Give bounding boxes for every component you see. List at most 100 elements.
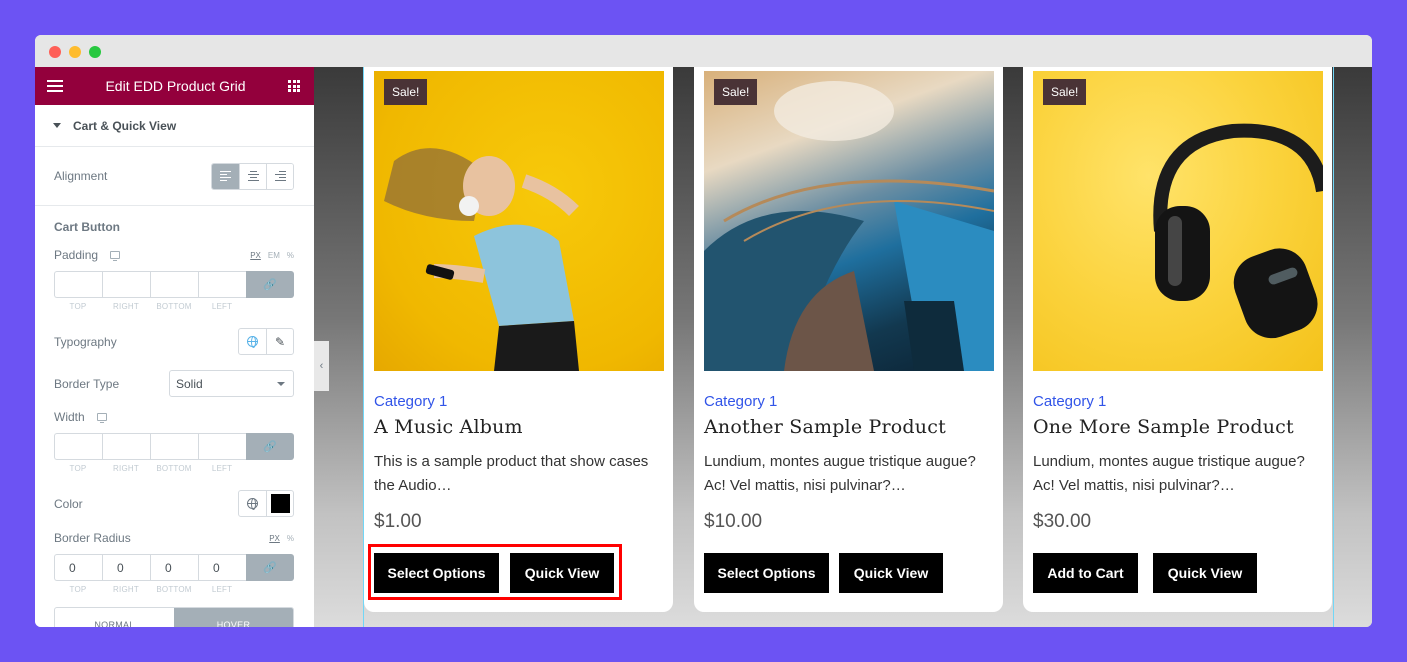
- product-description: Lundium, montes augue tristique augue? A…: [704, 453, 976, 494]
- caret-down-icon: [53, 123, 61, 128]
- menu-icon[interactable]: [47, 80, 63, 92]
- width-bottom-input[interactable]: [150, 433, 198, 460]
- border-type-label: Border Type: [54, 376, 120, 391]
- width-right-input[interactable]: [102, 433, 150, 460]
- global-color-button[interactable]: [239, 491, 266, 516]
- radius-left-input[interactable]: 0: [198, 554, 246, 581]
- padding-label-wrap: Padding: [54, 248, 121, 262]
- cart-button-heading: Cart Button: [54, 220, 120, 234]
- align-center-icon: [247, 171, 259, 181]
- align-right-icon: [274, 171, 286, 181]
- quick-view-button[interactable]: Quick View: [1153, 553, 1257, 593]
- close-window-button[interactable]: [49, 46, 61, 58]
- unit-percent[interactable]: %: [287, 251, 294, 260]
- quick-view-button[interactable]: Quick View: [510, 553, 614, 593]
- quick-view-button[interactable]: Quick View: [839, 553, 943, 593]
- link-values-button[interactable]: 🔗: [246, 433, 294, 460]
- globe-icon: [247, 336, 258, 348]
- maximize-window-button[interactable]: [89, 46, 101, 58]
- padding-bottom-input[interactable]: [150, 271, 198, 298]
- color-picker-button[interactable]: [266, 491, 293, 516]
- width-top-input[interactable]: [54, 433, 102, 460]
- link-values-button[interactable]: 🔗: [246, 271, 294, 298]
- width-inputs: 🔗: [54, 433, 294, 460]
- edit-typography-button[interactable]: ✎: [266, 329, 293, 354]
- collapse-panel-button[interactable]: ‹: [314, 341, 329, 391]
- typography-actions: ✎: [238, 328, 294, 355]
- tab-hover[interactable]: HOVER: [174, 608, 293, 627]
- editor-panel: Edit EDD Product Grid Cart & Quick View …: [35, 67, 314, 627]
- border-type-select[interactable]: Solid: [169, 370, 294, 397]
- border-radius-units: PX %: [269, 534, 294, 543]
- select-options-button[interactable]: Select Options: [704, 553, 829, 593]
- widgets-grid-icon[interactable]: [288, 80, 300, 92]
- add-to-cart-button[interactable]: Add to Cart: [1033, 553, 1138, 593]
- border-radius-inputs: 0 0 0 0 🔗: [54, 554, 294, 581]
- unit-px[interactable]: PX: [250, 251, 261, 260]
- radius-top-input[interactable]: 0: [54, 554, 102, 581]
- color-label: Color: [54, 496, 83, 511]
- side-label: LEFT: [211, 302, 233, 311]
- padding-units: PX EM %: [250, 251, 294, 260]
- sale-badge: Sale!: [384, 79, 428, 105]
- unit-percent[interactable]: %: [287, 534, 294, 543]
- border-radius-control: Border Radius PX %: [35, 531, 314, 545]
- link-icon: 🔗: [263, 562, 277, 574]
- global-typography-button[interactable]: [239, 329, 266, 354]
- color-swatch: [270, 494, 290, 513]
- side-label: LEFT: [211, 585, 233, 594]
- width-control: Width: [35, 410, 314, 424]
- product-image[interactable]: Sale!: [1033, 71, 1323, 371]
- chevron-left-icon: ‹: [319, 360, 324, 372]
- panel-title: Edit EDD Product Grid: [105, 78, 246, 94]
- radius-bottom-input[interactable]: 0: [150, 554, 198, 581]
- product-title[interactable]: A Music Album: [374, 416, 523, 438]
- product-image[interactable]: Sale!: [374, 71, 664, 371]
- product-price: $1.00: [374, 511, 422, 532]
- tab-normal[interactable]: NORMAL: [55, 608, 174, 627]
- select-options-button[interactable]: Select Options: [374, 553, 499, 593]
- globe-icon: [247, 498, 258, 510]
- color-control: Color: [35, 490, 314, 517]
- product-category-link[interactable]: Category 1: [374, 393, 447, 410]
- padding-right-input[interactable]: [102, 271, 150, 298]
- align-center-button[interactable]: [239, 163, 266, 189]
- product-category-link[interactable]: Category 1: [704, 393, 777, 410]
- sale-badge: Sale!: [714, 79, 758, 105]
- padding-control: Padding PX EM %: [35, 248, 314, 262]
- side-label: TOP: [69, 464, 87, 473]
- responsive-desktop-icon[interactable]: [110, 251, 121, 261]
- unit-px[interactable]: PX: [269, 534, 280, 543]
- responsive-desktop-icon[interactable]: [96, 413, 107, 423]
- product-title[interactable]: One More Sample Product: [1033, 416, 1294, 438]
- border-radius-label: Border Radius: [54, 531, 131, 545]
- section-toggle-cart-quick-view[interactable]: Cart & Quick View: [35, 105, 314, 147]
- unit-em[interactable]: EM: [268, 251, 280, 260]
- alignment-label: Alignment: [54, 169, 108, 183]
- product-title[interactable]: Another Sample Product: [704, 416, 946, 438]
- border-type-control: Border Type Solid: [35, 370, 314, 397]
- browser-window: Edit EDD Product Grid Cart & Quick View …: [35, 35, 1372, 627]
- pencil-icon: ✎: [274, 334, 286, 349]
- side-label: RIGHT: [113, 585, 139, 594]
- link-values-button[interactable]: 🔗: [246, 554, 294, 581]
- minimize-window-button[interactable]: [69, 46, 81, 58]
- product-category-link[interactable]: Category 1: [1033, 393, 1106, 410]
- product-image[interactable]: Sale!: [704, 71, 994, 371]
- woman-with-headphones-illustration: [384, 148, 579, 371]
- radius-right-input[interactable]: 0: [102, 554, 150, 581]
- product-card: Sale! Category 1 Another Sample Product …: [694, 67, 1003, 612]
- state-tabs: NORMAL HOVER: [54, 607, 294, 627]
- side-label: RIGHT: [113, 464, 139, 473]
- padding-left-input[interactable]: [198, 271, 246, 298]
- section-outline: [1333, 67, 1334, 627]
- side-label: RIGHT: [113, 302, 139, 311]
- padding-top-input[interactable]: [54, 271, 102, 298]
- side-label: LEFT: [211, 464, 233, 473]
- align-left-button[interactable]: [212, 163, 239, 189]
- align-right-button[interactable]: [266, 163, 293, 189]
- width-left-input[interactable]: [198, 433, 246, 460]
- product-card: Sale! Category 1 One More Sample Product…: [1023, 67, 1332, 612]
